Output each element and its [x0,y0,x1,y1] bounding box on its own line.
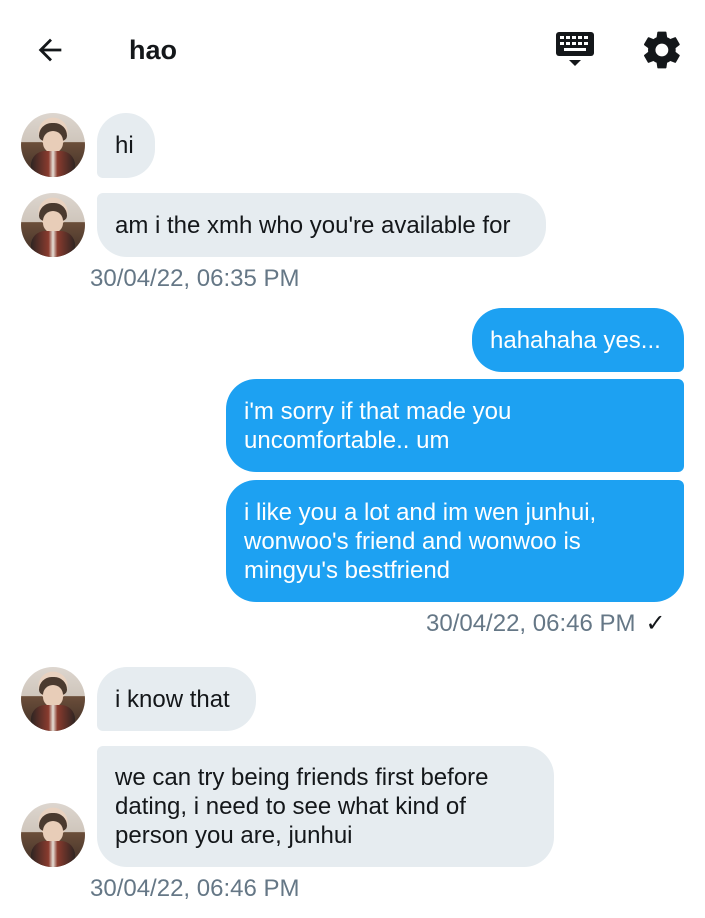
message-text: i'm sorry if that made you uncomfortable… [244,397,512,454]
message-bubble[interactable]: hahahaha yes... [472,308,684,372]
timestamp-text: 30/04/22, 06:46 PM [426,610,636,637]
message-text: we can try being friends first before da… [115,764,489,849]
chat-header: hao [0,0,705,100]
message-bubble[interactable]: i like you a lot and im wen junhui, wonw… [226,480,684,602]
read-check-icon: ✓ [645,610,666,637]
message-text: am i the xmh who you're available for [115,211,511,239]
message-bubble[interactable]: am i the xmh who you're available for [97,193,546,257]
message-text: hi [115,132,134,159]
back-button[interactable] [30,30,70,70]
avatar[interactable] [21,667,85,731]
settings-button[interactable] [640,28,684,72]
avatar[interactable] [21,193,85,257]
avatar[interactable] [21,113,85,177]
conversation-title[interactable]: hao [129,30,177,70]
message-timestamp: 30/04/22, 06:35 PM [90,265,300,292]
keyboard-button[interactable] [552,28,598,74]
message-text: i like you a lot and im wen junhui, wonw… [244,498,597,584]
gear-icon [643,31,680,69]
message-timestamp: 30/04/22, 06:46 PM ✓ [426,609,666,638]
message-text: i know that [115,685,230,713]
keyboard-icon [556,32,594,66]
message-bubble[interactable]: i know that [97,667,256,731]
avatar[interactable] [21,803,85,867]
arrow-left-icon [38,38,62,62]
message-bubble[interactable]: i'm sorry if that made you uncomfortable… [226,379,684,472]
message-bubble[interactable]: we can try being friends first before da… [97,746,554,867]
message-bubble[interactable]: hi [97,113,155,178]
message-timestamp: 30/04/22, 06:46 PM [90,875,300,902]
message-text: hahahaha yes... [490,326,661,354]
